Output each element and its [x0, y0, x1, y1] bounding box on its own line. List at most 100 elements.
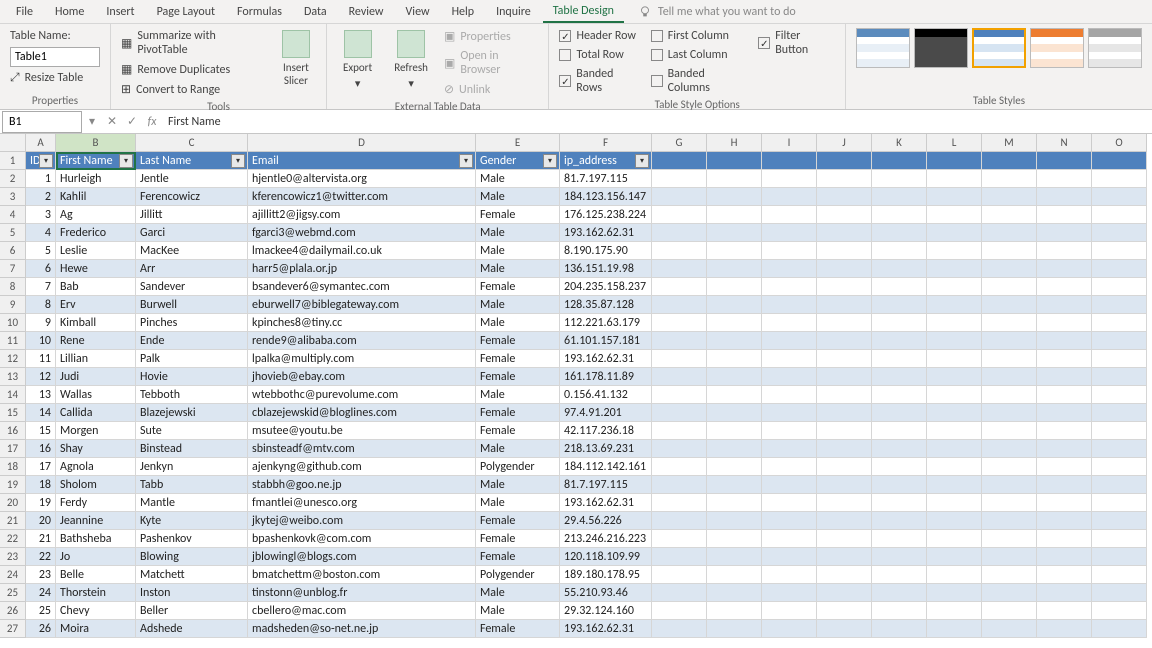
cell[interactable] [927, 278, 982, 296]
table-cell[interactable]: Male [476, 188, 560, 206]
table-cell[interactable]: 29.4.56.226 [560, 512, 652, 530]
col-header-D[interactable]: D [248, 134, 476, 152]
table-cell[interactable]: 10 [26, 332, 56, 350]
first-col-check[interactable]: First Column [651, 28, 749, 44]
cell[interactable] [927, 296, 982, 314]
table-cell[interactable]: Male [476, 260, 560, 278]
table-cell[interactable]: Garci [136, 224, 248, 242]
cell[interactable] [1037, 584, 1092, 602]
menu-review[interactable]: Review [339, 2, 394, 22]
cell[interactable] [927, 386, 982, 404]
table-cell[interactable]: Male [476, 602, 560, 620]
table-cell[interactable]: 3 [26, 206, 56, 224]
cell[interactable] [652, 584, 707, 602]
table-cell[interactable]: Kahlil [56, 188, 136, 206]
table-cell[interactable]: lpalka@multiply.com [248, 350, 476, 368]
remove-duplicates-button[interactable]: ▦ Remove Duplicates [121, 61, 266, 78]
menu-data[interactable]: Data [294, 2, 337, 22]
table-cell[interactable]: bpashenkovk@com.com [248, 530, 476, 548]
table-cell[interactable]: 2 [26, 188, 56, 206]
col-header-L[interactable]: L [927, 134, 982, 152]
table-cell[interactable]: 6 [26, 260, 56, 278]
cell[interactable] [982, 530, 1037, 548]
cell[interactable] [1092, 422, 1147, 440]
table-cell[interactable]: cbellero@mac.com [248, 602, 476, 620]
row-header-9[interactable]: 9 [0, 296, 26, 314]
cell[interactable] [1092, 224, 1147, 242]
cell[interactable] [652, 620, 707, 638]
table-cell[interactable]: hjentle0@altervista.org [248, 170, 476, 188]
table-cell[interactable]: Jenkyn [136, 458, 248, 476]
row-header-27[interactable]: 27 [0, 620, 26, 638]
menu-help[interactable]: Help [442, 2, 485, 22]
table-cell[interactable]: Pashenkov [136, 530, 248, 548]
table-cell[interactable]: 9 [26, 314, 56, 332]
table-cell[interactable]: 176.125.238.224 [560, 206, 652, 224]
table-cell[interactable]: 55.210.93.46 [560, 584, 652, 602]
cell[interactable] [817, 422, 872, 440]
table-cell[interactable]: Callida [56, 404, 136, 422]
insert-slicer-button[interactable]: Insert Slicer [276, 28, 316, 89]
table-cell[interactable]: Female [476, 620, 560, 638]
style-orange[interactable] [1030, 28, 1084, 68]
cell[interactable] [1092, 440, 1147, 458]
cell[interactable] [1092, 566, 1147, 584]
table-cell[interactable]: Male [476, 476, 560, 494]
cell[interactable] [872, 566, 927, 584]
cell[interactable] [982, 422, 1037, 440]
table-cell[interactable]: lmackee4@dailymail.co.uk [248, 242, 476, 260]
style-light[interactable] [856, 28, 910, 68]
cell[interactable] [1092, 152, 1147, 170]
cell[interactable] [817, 566, 872, 584]
table-cell[interactable]: Thorstein [56, 584, 136, 602]
cell[interactable] [762, 314, 817, 332]
cell[interactable] [1037, 278, 1092, 296]
table-cell[interactable]: Sandever [136, 278, 248, 296]
table-cell[interactable]: jblowingl@blogs.com [248, 548, 476, 566]
cell[interactable] [927, 242, 982, 260]
cell[interactable] [707, 332, 762, 350]
table-cell[interactable]: Female [476, 350, 560, 368]
table-cell[interactable]: 13 [26, 386, 56, 404]
table-cell[interactable]: 15 [26, 422, 56, 440]
cell[interactable] [927, 152, 982, 170]
cell[interactable] [817, 278, 872, 296]
cell[interactable] [707, 566, 762, 584]
menu-page-layout[interactable]: Page Layout [147, 2, 225, 22]
cell[interactable] [1092, 242, 1147, 260]
cell[interactable] [1092, 548, 1147, 566]
cell[interactable] [1037, 530, 1092, 548]
table-cell[interactable]: 16 [26, 440, 56, 458]
cell[interactable] [927, 422, 982, 440]
table-cell[interactable]: Hewe [56, 260, 136, 278]
table-cell[interactable]: 19 [26, 494, 56, 512]
cell[interactable] [872, 404, 927, 422]
col-header-E[interactable]: E [476, 134, 560, 152]
table-cell[interactable]: 136.151.19.98 [560, 260, 652, 278]
cell[interactable] [762, 386, 817, 404]
cell[interactable] [982, 332, 1037, 350]
cell[interactable] [817, 458, 872, 476]
table-cell[interactable]: Jo [56, 548, 136, 566]
table-cell[interactable]: 29.32.124.160 [560, 602, 652, 620]
table-cell[interactable]: Ferdy [56, 494, 136, 512]
table-cell[interactable]: Mantle [136, 494, 248, 512]
table-header[interactable]: Last Name▾ [136, 152, 248, 170]
filter-button-check[interactable]: Filter Button [758, 28, 835, 58]
cell[interactable] [817, 350, 872, 368]
cell[interactable] [762, 278, 817, 296]
col-header-K[interactable]: K [872, 134, 927, 152]
cell[interactable] [762, 584, 817, 602]
cell[interactable] [817, 170, 872, 188]
table-cell[interactable]: Tabb [136, 476, 248, 494]
cell[interactable] [1037, 368, 1092, 386]
cell[interactable] [1092, 170, 1147, 188]
table-cell[interactable]: 193.162.62.31 [560, 224, 652, 242]
cell[interactable] [1092, 458, 1147, 476]
enter-formula-icon[interactable]: ✓ [122, 114, 142, 129]
spreadsheet-grid[interactable]: ABCDEFGHIJKLMNO 1ID▾First Name▾Last Name… [0, 134, 1152, 638]
table-cell[interactable]: 22 [26, 548, 56, 566]
header-row-check[interactable]: Header Row [559, 28, 640, 44]
table-header[interactable]: ip_address▾ [560, 152, 652, 170]
cell[interactable] [817, 242, 872, 260]
